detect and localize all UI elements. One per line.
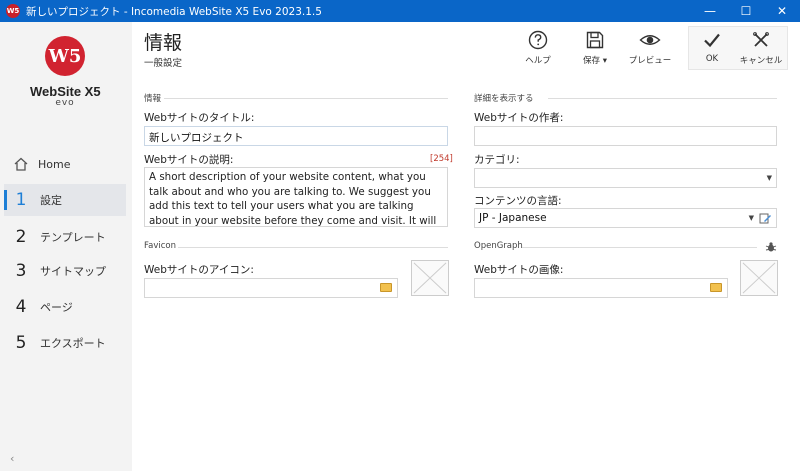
website-image-input[interactable] xyxy=(474,278,728,298)
sidebar-item-label: サイトマップ xyxy=(40,265,106,278)
sidebar-item-home[interactable]: Home xyxy=(4,148,126,180)
sidebar-item-sitemap[interactable]: 3 サイトマップ xyxy=(4,255,126,287)
preview-button[interactable]: プレビュー xyxy=(628,30,672,66)
page-subtitle: 一般設定 xyxy=(144,58,183,69)
bug-icon[interactable] xyxy=(765,241,777,253)
folder-icon[interactable] xyxy=(380,283,392,292)
sidebar-item-pages[interactable]: 4 ページ xyxy=(4,291,126,323)
section-favicon-label: Favicon xyxy=(144,241,176,251)
chevron-down-icon: ▼ xyxy=(766,174,772,182)
minimize-button[interactable]: — xyxy=(692,0,728,22)
section-opengraph-label: OpenGraph xyxy=(474,241,523,251)
category-select[interactable]: ▼ xyxy=(474,168,777,188)
app-logo: W5 WebSite X5 evo xyxy=(30,36,101,116)
title-bar: W5 新しいプロジェクト - Incomedia WebSite X5 Evo … xyxy=(0,0,800,22)
section-divider xyxy=(522,247,757,248)
sidebar-item-label: エクスポート xyxy=(40,337,106,350)
app-icon: W5 xyxy=(6,4,20,18)
preview-label: プレビュー xyxy=(628,56,672,66)
edit-icon[interactable] xyxy=(759,212,772,225)
page-title: 情報 xyxy=(144,32,183,54)
author-input[interactable] xyxy=(474,126,777,146)
sidebar: W5 WebSite X5 evo Home 1 設定 2 テンプレート 3 サ… xyxy=(0,22,132,471)
section-divider xyxy=(164,98,448,99)
help-icon xyxy=(528,30,548,50)
author-label: Webサイトの作者: xyxy=(474,112,564,124)
sidebar-item-settings[interactable]: 1 設定 xyxy=(4,184,126,216)
folder-icon[interactable] xyxy=(710,283,722,292)
section-details-label: 詳細を表示する xyxy=(474,94,534,104)
step-number: 4 xyxy=(15,297,27,317)
sidebar-item-label: 設定 xyxy=(40,194,62,207)
step-number: 1 xyxy=(15,190,27,210)
image-preview-placeholder xyxy=(740,260,778,296)
cancel-icon xyxy=(753,32,769,47)
checkmark-icon xyxy=(704,33,720,48)
character-counter: [254] xyxy=(430,154,453,164)
ok-label: OK xyxy=(705,54,719,64)
sidebar-item-export[interactable]: 5 エクスポート xyxy=(4,327,126,359)
maximize-button[interactable]: ☐ xyxy=(728,0,764,22)
website-icon-input[interactable] xyxy=(144,278,398,298)
website-description-textarea[interactable]: A short description of your website cont… xyxy=(144,167,448,227)
section-info-label: 情報 xyxy=(144,94,162,104)
sidebar-item-label: Home xyxy=(38,157,71,171)
chevron-down-icon[interactable]: ▼ xyxy=(749,214,754,222)
website-title-label: Webサイトのタイトル: xyxy=(144,112,255,124)
help-label: ヘルプ xyxy=(525,56,551,66)
logo-edition: evo xyxy=(55,98,75,108)
save-button[interactable]: 保存 ▾ xyxy=(573,30,617,66)
category-label: カテゴリ: xyxy=(474,154,520,166)
logo-mark: W5 xyxy=(45,36,85,76)
section-divider xyxy=(178,247,448,248)
cancel-label: キャンセル xyxy=(739,56,783,66)
step-number: 2 xyxy=(15,227,27,247)
step-number: 3 xyxy=(15,261,27,281)
close-window-button[interactable]: ✕ xyxy=(764,0,800,22)
logo-name: WebSite X5 xyxy=(30,84,101,99)
window-title: 新しいプロジェクト - Incomedia WebSite X5 Evo 202… xyxy=(26,5,322,18)
language-select[interactable]: JP - Japanese ▼ xyxy=(474,208,777,228)
home-icon xyxy=(14,157,28,171)
save-label: 保存 ▾ xyxy=(583,56,607,66)
sidebar-item-label: ページ xyxy=(40,301,73,314)
language-value: JP - Japanese xyxy=(479,212,547,224)
website-description-label: Webサイトの説明: xyxy=(144,154,234,166)
section-divider xyxy=(548,98,777,99)
website-icon-label: Webサイトのアイコン: xyxy=(144,264,254,276)
ok-button[interactable]: OK xyxy=(690,30,734,64)
website-title-input[interactable]: 新しいプロジェクト xyxy=(144,126,448,146)
step-number: 5 xyxy=(15,333,27,353)
sidebar-item-template[interactable]: 2 テンプレート xyxy=(4,221,126,253)
help-button[interactable]: ヘルプ xyxy=(516,30,560,66)
icon-preview-placeholder xyxy=(411,260,449,296)
website-image-label: Webサイトの画像: xyxy=(474,264,564,276)
cancel-button[interactable]: キャンセル xyxy=(739,30,783,66)
sidebar-item-label: テンプレート xyxy=(40,231,106,244)
save-icon xyxy=(586,31,604,49)
collapse-sidebar-icon[interactable]: ‹ xyxy=(10,452,14,465)
eye-icon xyxy=(639,35,661,45)
language-label: コンテンツの言語: xyxy=(474,195,562,207)
